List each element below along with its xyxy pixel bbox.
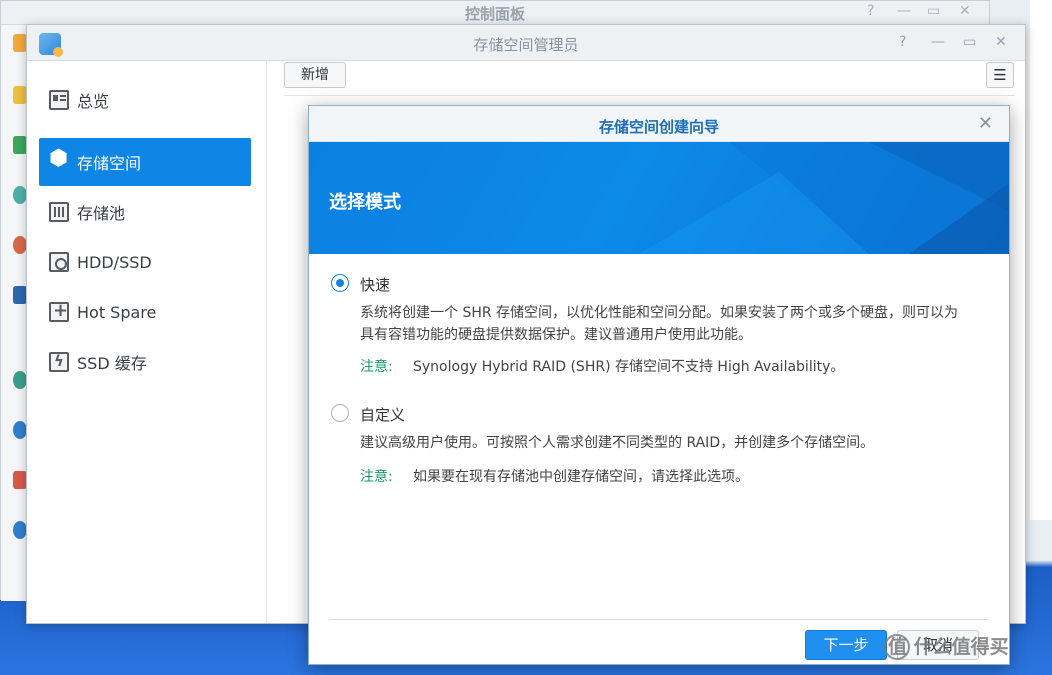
toolbar-divider [284,95,1015,96]
add-button[interactable]: 新增 [284,62,346,88]
folder-icon[interactable] [13,34,27,52]
custom-mode-description: 建议高级用户使用。可按照个人需求创建不同类型的 RAID，并创建多个存储空间。 [360,435,875,451]
sidebar-item-ssd-cache[interactable]: SSD 缓存 [39,338,251,386]
desktop-window-edge [1030,0,1052,520]
quick-mode-description: 系统将创建一个 SHR 存储空间，以优化性能和空间分配。如果安装了两个或多个硬盘… [360,305,959,343]
sort-icon[interactable]: ☰ [986,62,1014,88]
shared-folder-icon[interactable] [13,86,27,104]
security-icon[interactable] [13,471,27,489]
quick-mode-note-label: 注意: [360,359,393,375]
minimize-icon[interactable]: — [897,3,911,19]
wizard-footer-divider [329,619,989,620]
storage-manager-title: 存储空间管理员 [473,36,579,54]
close-icon[interactable]: ✕ [995,34,1007,50]
quick-mode-note-text: Synology Hybrid RAID (SHR) 存储空间不支持 High … [413,359,845,375]
volume-icon [49,146,69,172]
volume-creation-wizard: 存储空间创建向导 ✕ 选择模式 快速 系统将创建一个 SHR 存储空间，以优化性… [308,105,1010,665]
terminal-icon[interactable] [13,521,27,539]
sidebar-item-hdd-ssd[interactable]: HDD/SSD [39,238,251,286]
sidebar-item-hot-spare[interactable]: Hot Spare [39,288,251,336]
sidebar-item-overview[interactable]: 总览 [39,76,251,124]
next-button[interactable]: 下一步 [805,630,887,660]
wizard-heading: 选择模式 [329,192,401,213]
wizard-title: 存储空间创建向导 [598,118,719,136]
sidebar-item-label: Hot Spare [77,302,157,322]
control-panel-title: 控制面板 [464,5,525,23]
custom-mode-note-text: 如果要在现有存储池中创建存储空间，请选择此选项。 [413,469,749,485]
storage-manager-sidebar: 总览 存储空间 存储池 HDD/SSD Hot Spare SSD 缓存 [27,62,267,623]
maximize-icon[interactable]: ▭ [963,34,976,50]
watermark: 值 什么值得买 [888,636,1009,658]
sidebar-item-storage-pool[interactable]: 存储池 [39,188,251,236]
control-panel-titlebar[interactable]: 控制面板 ? — ▭ ✕ [1,1,989,25]
help-icon[interactable]: ? [867,3,874,19]
storage-manager-titlebar[interactable]: 存储空间管理员 ? — ▭ ✕ [27,25,1025,61]
network-icon[interactable] [13,421,27,439]
help-icon[interactable]: ? [899,34,906,50]
file-services-icon[interactable] [13,136,27,154]
wizard-titlebar[interactable]: 存储空间创建向导 ✕ [309,106,1009,142]
ssd-cache-icon [49,352,69,372]
close-icon[interactable]: ✕ [959,3,971,19]
sidebar-item-label: HDD/SSD [77,252,152,272]
sidebar-item-label: 存储空间 [77,154,142,173]
user-icon[interactable] [13,186,27,204]
sidebar-item-label: SSD 缓存 [77,354,147,373]
banner-decoration [309,142,1009,254]
domain-icon[interactable] [13,286,27,304]
custom-mode-label[interactable]: 自定义 [360,404,405,425]
custom-mode-radio[interactable] [331,404,349,422]
storage-pool-icon [49,202,69,222]
maximize-icon[interactable]: ▭ [927,3,940,19]
close-icon[interactable]: ✕ [978,113,993,134]
overview-icon [49,90,69,110]
wizard-body: 快速 系统将创建一个 SHR 存储空间，以优化性能和空间分配。如果安装了两个或多… [309,254,1009,614]
sidebar-item-label: 总览 [77,92,110,111]
sidebar-item-volume[interactable]: 存储空间 [39,138,251,186]
hot-spare-icon [49,300,69,322]
minimize-icon[interactable]: — [931,34,945,50]
wizard-banner: 选择模式 [309,142,1009,254]
quick-mode-label[interactable]: 快速 [360,274,390,295]
quick-mode-radio[interactable] [331,274,349,292]
quickconnect-icon[interactable] [13,371,27,389]
custom-mode-note-label: 注意: [360,469,393,485]
hdd-icon [49,252,69,272]
group-icon[interactable] [13,236,27,254]
control-panel-sidebar [1,26,27,601]
sidebar-item-label: 存储池 [77,204,126,223]
